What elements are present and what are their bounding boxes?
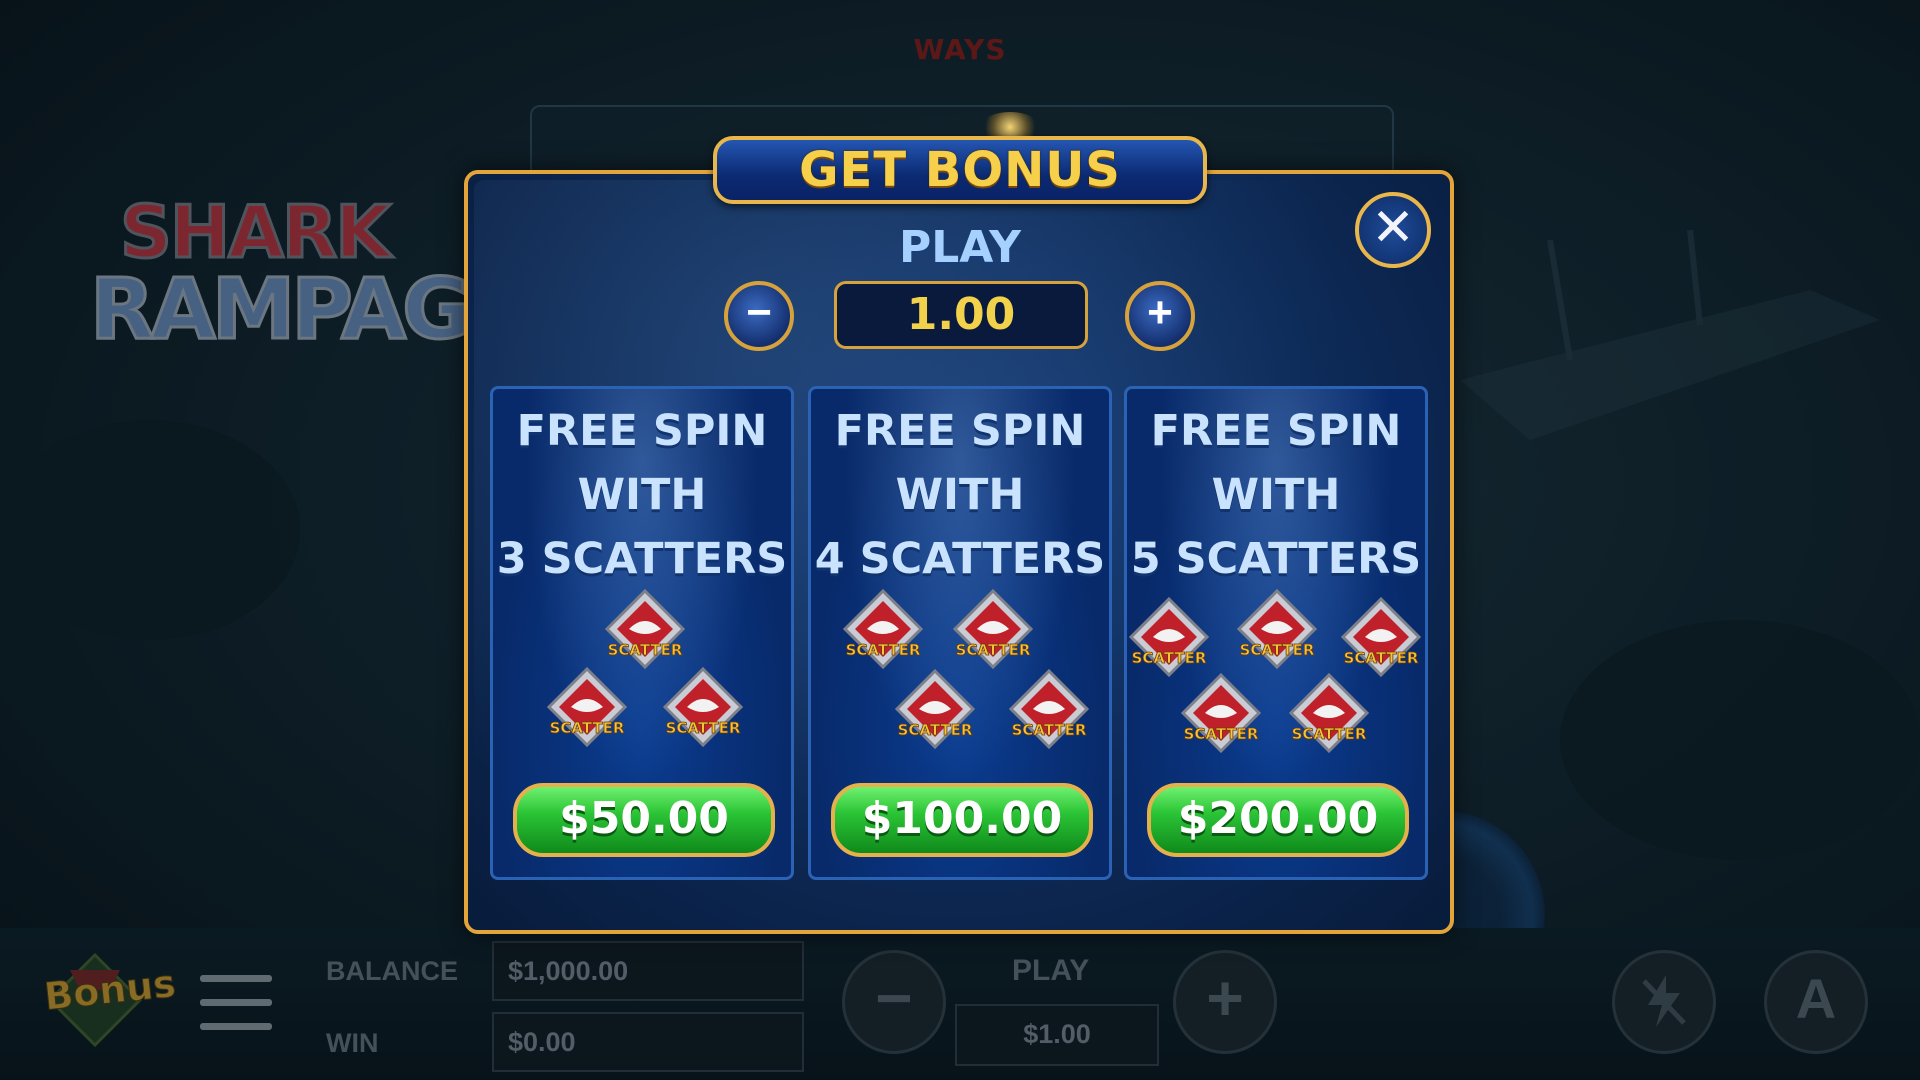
svg-text:SCATTER: SCATTER: [956, 641, 1031, 659]
bonus-option-card-3[interactable]: FREE SPIN WITH 3 SCATTERS SCATTER SCATTER…: [490, 386, 794, 880]
svg-text:SCATTER: SCATTER: [666, 719, 741, 737]
svg-text:SCATTER: SCATTER: [1292, 725, 1367, 743]
scatter-symbol-icon: SCATTER: [1287, 672, 1371, 757]
buy-bonus-button-3[interactable]: $50.00: [513, 783, 775, 857]
svg-text:SCATTER: SCATTER: [550, 719, 625, 737]
scatter-symbol-icon: SCATTER: [951, 588, 1035, 673]
scatter-symbol-icon: SCATTER: [841, 588, 925, 673]
card-line1: FREE SPIN: [1150, 406, 1402, 456]
modal-decrease-button[interactable]: −: [724, 281, 794, 351]
modal-title: GET BONUS: [799, 142, 1121, 198]
bonus-option-card-5[interactable]: FREE SPIN WITH 5 SCATTERS SCATTER SCATTER…: [1124, 386, 1428, 880]
scatter-symbol-icon: SCATTER: [1127, 596, 1211, 681]
scatter-symbol-icon: SCATTER: [1235, 588, 1319, 673]
svg-text:SCATTER: SCATTER: [1344, 649, 1419, 667]
svg-text:SCATTER: SCATTER: [846, 641, 921, 659]
scatter-symbol-icon: SCATTER: [545, 666, 629, 751]
svg-text:SCATTER: SCATTER: [608, 641, 683, 659]
card-line2: WITH: [895, 470, 1025, 520]
card-line2: WITH: [1211, 470, 1341, 520]
card-line1: FREE SPIN: [516, 406, 768, 456]
modal-increase-button[interactable]: +: [1125, 281, 1195, 351]
card-line3: 3 SCATTERS: [496, 534, 788, 584]
scatter-symbol-icon: SCATTER: [661, 666, 745, 751]
close-button[interactable]: ✕: [1355, 192, 1431, 268]
scatter-symbol-icon: SCATTER: [1339, 596, 1423, 681]
modal-play-value: 1.00: [834, 281, 1088, 349]
card-line1: FREE SPIN: [834, 406, 1086, 456]
buy-bonus-button-4[interactable]: $100.00: [831, 783, 1093, 857]
scatter-symbols: SCATTER SCATTER SCATTER: [493, 588, 791, 769]
card-line3: 5 SCATTERS: [1130, 534, 1422, 584]
scatter-symbol-icon: SCATTER: [603, 588, 687, 673]
scatter-symbol-icon: SCATTER: [1179, 672, 1263, 757]
scatter-symbol-icon: SCATTER: [1007, 668, 1091, 753]
scatter-symbols: SCATTER SCATTER SCATTER SCATTER: [811, 588, 1109, 769]
scatter-symbols: SCATTER SCATTER SCATTER SCATTER SCATTER: [1127, 588, 1425, 769]
svg-text:SCATTER: SCATTER: [1132, 649, 1207, 667]
bonus-option-card-4[interactable]: FREE SPIN WITH 4 SCATTERS SCATTER SCATTER…: [808, 386, 1112, 880]
scatter-symbol-icon: SCATTER: [893, 668, 977, 753]
svg-text:SCATTER: SCATTER: [1184, 725, 1259, 743]
buy-bonus-button-5[interactable]: $200.00: [1147, 783, 1409, 857]
modal-title-banner: GET BONUS: [713, 136, 1207, 204]
card-line3: 4 SCATTERS: [814, 534, 1106, 584]
svg-text:SCATTER: SCATTER: [898, 721, 973, 739]
svg-text:SCATTER: SCATTER: [1240, 641, 1315, 659]
card-line2: WITH: [577, 470, 707, 520]
svg-text:SCATTER: SCATTER: [1012, 721, 1087, 739]
modal-play-label: PLAY: [899, 222, 1021, 273]
